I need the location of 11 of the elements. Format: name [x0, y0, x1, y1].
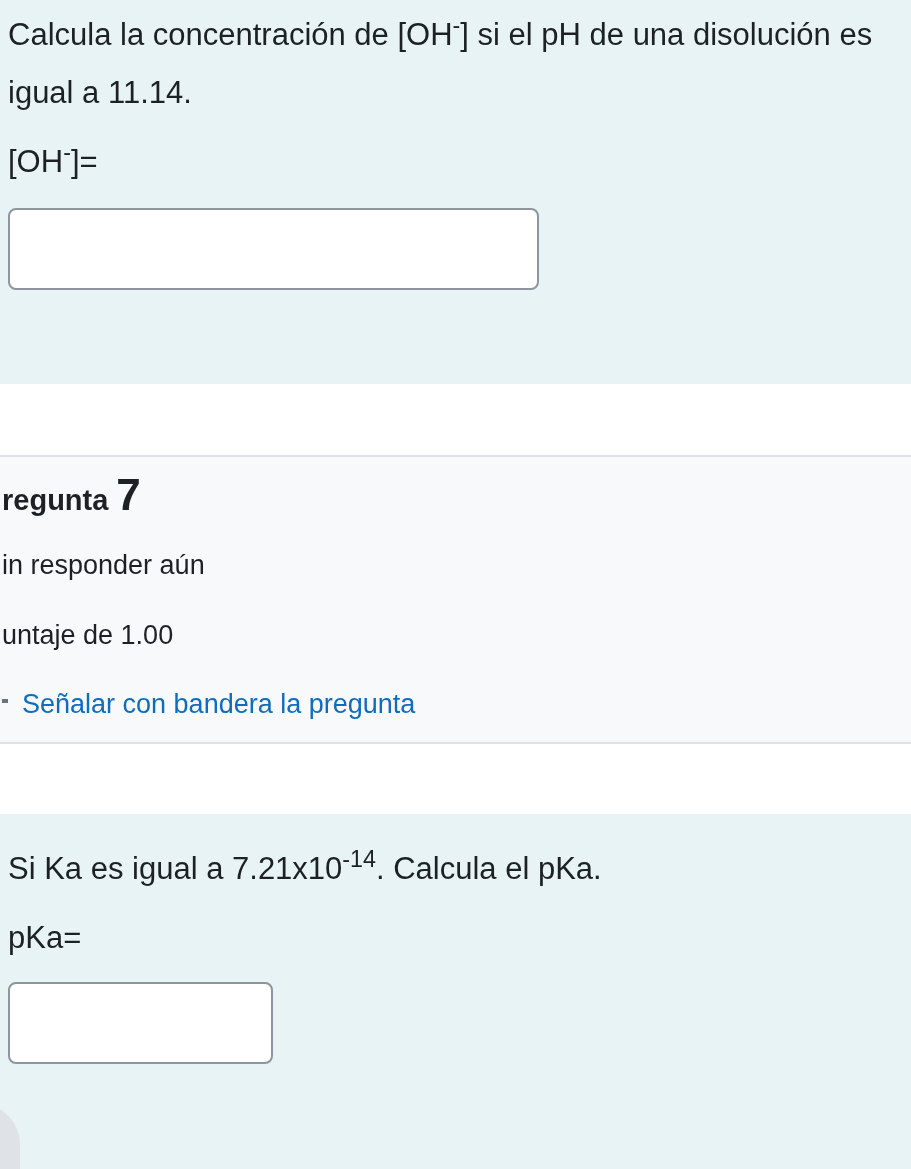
question-grade: untaje de 1.00	[2, 619, 174, 652]
question-number: 7	[116, 471, 141, 519]
answer-field[interactable]	[8, 208, 539, 290]
answer-label: [OH$^{-}$]=	[8, 142, 98, 181]
question-status: in responder aún	[2, 548, 205, 582]
answer-label: pKa=	[8, 919, 82, 957]
question-text: Si Ka es igual a 7.21x10$^{-14}$. Calcula el pKa.	[8, 845, 603, 888]
question-title: regunta	[2, 483, 109, 518]
answer-field[interactable]	[8, 982, 273, 1064]
flag-question-link[interactable]: Señalar con bandera la pregunta	[22, 683, 416, 724]
question-text: Calcula la concentración de [OH$^{-}$] si el pH de una disolución es igual a 11.14.	[8, 11, 874, 112]
